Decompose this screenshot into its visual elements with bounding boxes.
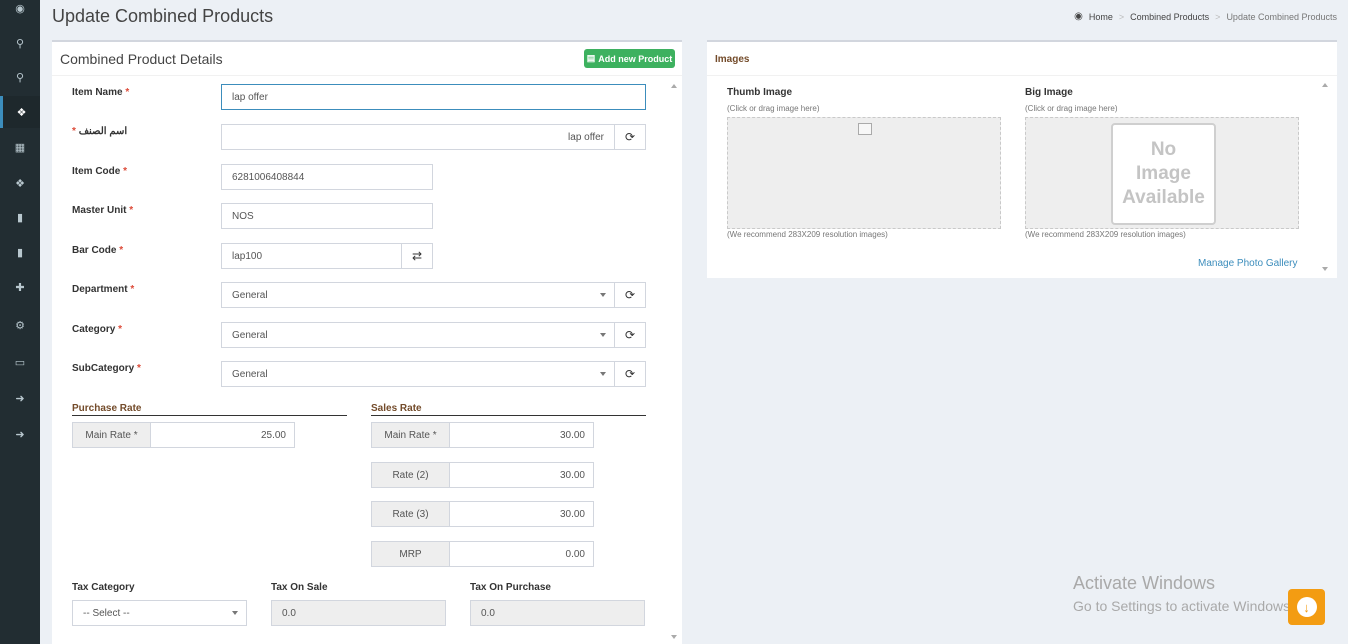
- arrow-down-icon: ↓: [1296, 597, 1317, 617]
- rate2-input[interactable]: 30.00: [449, 462, 594, 488]
- breadcrumb: ◉ Home > Combined Products > Update Comb…: [1074, 11, 1337, 22]
- thumb-image-hint: (Click or drag image here): [727, 104, 820, 113]
- breadcrumb-combined-products[interactable]: Combined Products: [1130, 12, 1209, 22]
- department-label: Department *: [72, 284, 135, 295]
- item-name-label: Item Name *: [72, 87, 130, 98]
- rate2-label: Rate (2): [371, 462, 450, 488]
- category-label: Category *: [72, 324, 123, 335]
- breadcrumb-separator: >: [1118, 11, 1125, 22]
- refresh-icon[interactable]: ⟳: [614, 361, 646, 387]
- bar-code-label: Bar Code *: [72, 245, 124, 256]
- divider: [707, 75, 1337, 76]
- add-new-product-label: Add new Product: [598, 53, 673, 64]
- thumb-image-dropzone[interactable]: [727, 117, 1001, 229]
- thumb-image-recommend: (We recommend 283X209 resolution images): [727, 230, 888, 239]
- images-box: Images Thumb Image (Click or drag image …: [707, 40, 1337, 278]
- rate3-input[interactable]: 30.00: [449, 501, 594, 527]
- box-title: Combined Product Details: [60, 51, 223, 67]
- big-image-label: Big Image: [1025, 87, 1073, 98]
- cubes-icon[interactable]: ❖: [0, 167, 40, 199]
- breadcrumb-separator: >: [1215, 11, 1221, 22]
- big-image-hint: (Click or drag image here): [1025, 104, 1118, 113]
- refresh-icon[interactable]: ⟳: [614, 322, 646, 348]
- purchase-main-rate-input[interactable]: 25.00: [150, 422, 295, 448]
- sales-main-rate-label: Main Rate *: [371, 422, 450, 448]
- chevron-down-icon: [600, 333, 606, 337]
- gears-icon[interactable]: ⚙: [0, 309, 40, 341]
- info-icon[interactable]: ▮: [0, 201, 40, 233]
- tax-category-label: Tax Category: [72, 582, 135, 593]
- scroll-up-arrow[interactable]: [671, 84, 677, 88]
- laptop-icon[interactable]: ▭: [0, 346, 40, 378]
- department-select[interactable]: General: [221, 282, 615, 308]
- scroll-down-arrow[interactable]: [1322, 267, 1328, 271]
- cubes-icon[interactable]: ❖: [0, 96, 40, 128]
- master-unit-input[interactable]: NOS: [221, 203, 433, 229]
- sign-out-icon[interactable]: ➜: [0, 382, 40, 414]
- rate3-label: Rate (3): [371, 501, 450, 527]
- dashboard-icon[interactable]: ◉: [0, 0, 40, 24]
- subcategory-select[interactable]: General: [221, 361, 615, 387]
- item-name-input[interactable]: lap offer: [221, 84, 646, 110]
- tax-on-sale-label: Tax On Sale: [271, 582, 328, 593]
- refresh-icon[interactable]: ⟳: [614, 282, 646, 308]
- regenerate-icon[interactable]: ⇄: [401, 243, 433, 269]
- master-unit-label: Master Unit *: [72, 205, 134, 216]
- tax-category-select[interactable]: -- Select --: [72, 600, 247, 626]
- sales-main-rate-input[interactable]: 30.00: [449, 422, 594, 448]
- tax-on-purchase-input: 0.0: [470, 600, 645, 626]
- item-name-arabic-label: * اسم الصنف: [72, 126, 128, 137]
- file-icon: ▤: [586, 53, 596, 63]
- activate-windows-title: Activate Windows: [1073, 573, 1216, 593]
- refresh-icon[interactable]: ⟳: [614, 124, 646, 150]
- purchase-rate-title: Purchase Rate: [72, 403, 347, 416]
- search-icon[interactable]: ⚲: [0, 27, 40, 59]
- breadcrumb-home[interactable]: Home: [1089, 12, 1113, 22]
- tax-on-purchase-label: Tax On Purchase: [470, 582, 551, 593]
- big-image-recommend: (We recommend 283X209 resolution images): [1025, 230, 1186, 239]
- sign-out-icon[interactable]: ➜: [0, 418, 40, 450]
- product-details-box: Combined Product Details ▤ Add new Produ…: [52, 40, 682, 644]
- puzzle-icon[interactable]: ✚: [0, 271, 40, 303]
- thumb-image-label: Thumb Image: [727, 87, 793, 98]
- scroll-up-arrow[interactable]: [1322, 83, 1328, 87]
- search-icon[interactable]: ⚲: [0, 61, 40, 93]
- no-image-placeholder: No Image Available: [1111, 123, 1216, 225]
- calculator-icon[interactable]: ▦: [0, 131, 40, 163]
- divider: [52, 75, 682, 76]
- images-title: Images: [715, 54, 750, 65]
- breadcrumb-current: Update Combined Products: [1226, 11, 1337, 22]
- subcategory-label: SubCategory *: [72, 363, 141, 374]
- big-image-dropzone[interactable]: No Image Available: [1025, 117, 1299, 229]
- broken-image-icon: [858, 123, 872, 135]
- page-title: Update Combined Products: [52, 6, 274, 26]
- dashboard-icon: ◉: [1074, 11, 1083, 22]
- scroll-down-arrow[interactable]: [671, 635, 677, 639]
- scroll-down-button[interactable]: ↓: [1288, 589, 1325, 625]
- sales-rate-title: Sales Rate: [371, 403, 646, 416]
- chevron-down-icon: [232, 611, 238, 615]
- tax-on-sale-input: 0.0: [271, 600, 446, 626]
- sidebar: ◉ ⚲ ⚲ ❖ ▦ ❖ ▮ ▮ ✚ ⚙ ▭ ➜ ➜: [0, 0, 40, 644]
- manage-photo-gallery-link[interactable]: Manage Photo Gallery: [1198, 258, 1298, 269]
- item-code-label: Item Code *: [72, 166, 128, 177]
- add-new-product-button[interactable]: ▤ Add new Product: [584, 49, 675, 68]
- mrp-label: MRP: [371, 541, 450, 567]
- chevron-down-icon: [600, 293, 606, 297]
- mrp-input[interactable]: 0.00: [449, 541, 594, 567]
- item-name-arabic-input[interactable]: lap offer: [221, 124, 615, 150]
- category-select[interactable]: General: [221, 322, 615, 348]
- bar-code-input[interactable]: lap100: [221, 243, 402, 269]
- info-icon[interactable]: ▮: [0, 236, 40, 268]
- purchase-main-rate-label: Main Rate *: [72, 422, 151, 448]
- chevron-down-icon: [600, 372, 606, 376]
- activate-windows-subtitle: Go to Settings to activate Windows.: [1073, 598, 1294, 614]
- item-code-input[interactable]: 6281006408844: [221, 164, 433, 190]
